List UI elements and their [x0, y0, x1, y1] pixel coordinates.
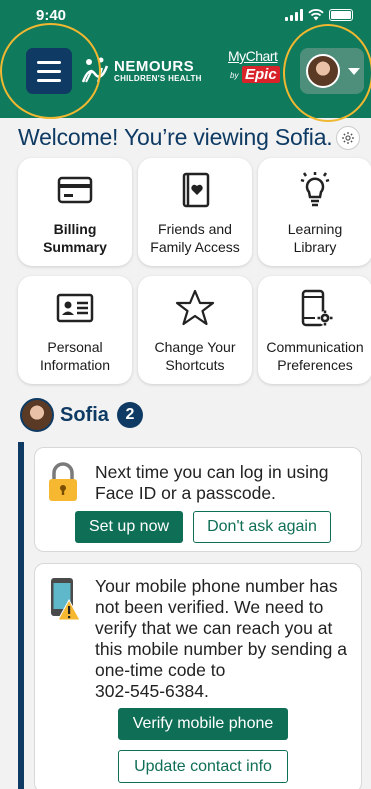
lock-icon	[49, 462, 77, 501]
mychart-by-text: by	[230, 71, 239, 80]
verify-mobile-message: Your mobile phone number has not been ve…	[95, 576, 347, 701]
app-header: 9:40 NEMOURS CHILDREN'S HEALTH MyChart b…	[0, 0, 371, 118]
avatar	[306, 54, 340, 88]
caret-down-icon	[348, 67, 360, 75]
welcome-settings-button[interactable]	[336, 126, 360, 150]
mychart-epic-logo: MyChart by Epic	[228, 48, 288, 92]
verify-mobile-phone-button[interactable]: Verify mobile phone	[118, 708, 288, 740]
logo-name: NEMOURS	[114, 58, 195, 75]
tile-label: Billing Summary	[43, 221, 107, 255]
logo-subtitle: CHILDREN'S HEALTH	[114, 74, 202, 83]
notification-count-badge: 2	[116, 402, 143, 428]
heart-book-icon	[182, 172, 210, 208]
update-contact-info-button[interactable]: Update contact info	[118, 750, 288, 783]
tile-communication-preferences[interactable]: Communication Preferences	[258, 276, 371, 384]
battery-icon	[329, 9, 353, 21]
status-icons	[285, 9, 353, 21]
hamburger-icon	[37, 60, 61, 64]
dont-ask-again-button[interactable]: Don't ask again	[193, 511, 331, 543]
patient-name: Sofia	[60, 403, 109, 426]
tile-label: Personal Information	[39, 339, 111, 373]
patient-header: Sofia 2	[20, 398, 143, 432]
patient-avatar	[20, 398, 54, 432]
tile-label: Change Your Shortcuts	[154, 339, 236, 373]
tile-label: Communication Preferences	[266, 339, 364, 373]
epic-text: Epic	[242, 66, 280, 83]
tile-friends-family-access[interactable]: Friends and Family Access	[138, 158, 252, 266]
tile-label: Friends and Family Access	[150, 221, 240, 255]
nemours-figure-icon	[81, 57, 109, 83]
login-setup-message: Next time you can log in using Face ID o…	[95, 462, 329, 503]
login-setup-card: Next time you can log in using Face ID o…	[34, 447, 362, 552]
tile-change-shortcuts[interactable]: Change Your Shortcuts	[138, 276, 252, 384]
cellular-signal-icon	[285, 9, 303, 21]
menu-button[interactable]	[26, 48, 72, 94]
mychart-text: MyChart	[228, 48, 278, 64]
gear-icon	[342, 132, 354, 144]
nemours-logo: NEMOURS CHILDREN'S HEALTH	[80, 56, 202, 86]
star-icon	[175, 289, 215, 326]
verify-mobile-card: Your mobile phone number has not been ve…	[34, 563, 362, 789]
lightbulb-icon	[300, 172, 330, 207]
account-switcher-button[interactable]	[300, 48, 364, 94]
status-bar: 9:40	[0, 0, 371, 30]
id-card-icon	[56, 293, 94, 323]
credit-card-icon	[57, 176, 93, 204]
wifi-icon	[308, 9, 324, 21]
timeline-bar	[18, 442, 24, 789]
status-time: 9:40	[36, 7, 67, 24]
tile-personal-information[interactable]: Personal Information	[18, 276, 132, 384]
set-up-now-button[interactable]: Set up now	[75, 511, 183, 543]
tile-billing-summary[interactable]: Billing Summary	[18, 158, 132, 266]
tile-learning-library[interactable]: Learning Library	[258, 158, 371, 266]
welcome-heading: Welcome! You’re viewing Sofia.	[18, 124, 333, 150]
phone-settings-icon	[301, 289, 333, 327]
tile-label: Learning Library	[287, 221, 343, 255]
phone-warning-icon	[51, 578, 81, 621]
